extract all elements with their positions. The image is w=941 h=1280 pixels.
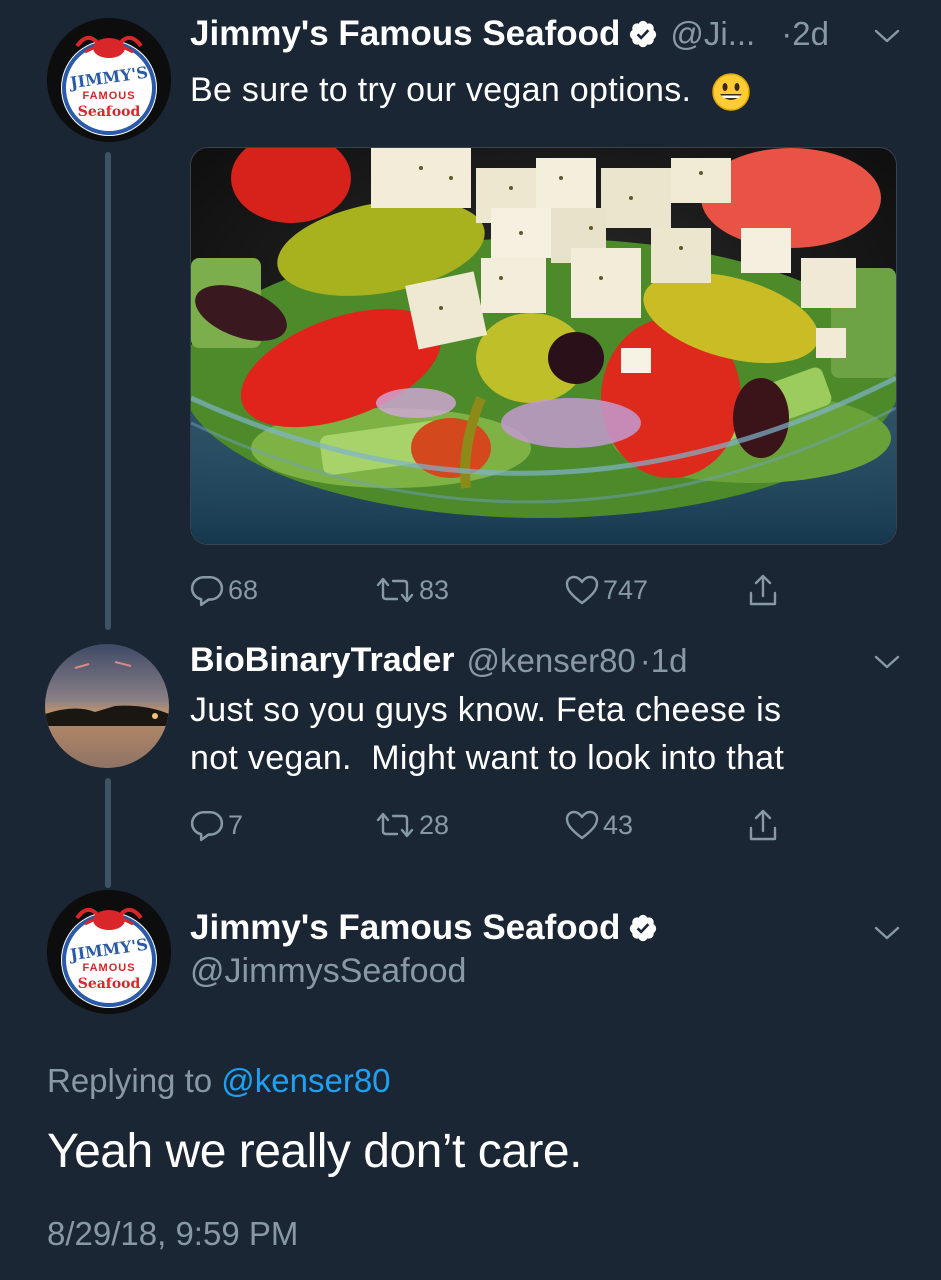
replying-mention-link[interactable]: @kenser80 — [221, 1062, 390, 1099]
retweet-icon — [375, 574, 415, 606]
reply-icon — [190, 808, 224, 842]
author-name[interactable]: Jimmy's Famous Seafood — [190, 908, 620, 948]
like-button[interactable]: 43 — [565, 805, 633, 845]
tweet-text-line: Just so you guys know. Feta cheese is — [190, 691, 782, 729]
author-handle[interactable]: @kenser80 — [467, 642, 636, 680]
tweet-text: Just so you guys know. Feta cheese is no… — [190, 686, 784, 782]
retweet-icon — [375, 809, 415, 841]
avatar-text-seafood: Seafood — [77, 104, 141, 120]
share-button[interactable] — [747, 805, 783, 845]
tweet3-handle-row: @JimmysSeafood — [190, 952, 466, 991]
like-icon — [565, 809, 599, 841]
tweet-text: Be sure to try our vegan options. — [190, 66, 751, 114]
jimmys-avatar[interactable]: JIMMY'S FAMOUS Seafood — [47, 18, 171, 142]
tweet-text-line: not vegan. Might want to look into that — [190, 739, 785, 777]
like-button[interactable]: 747 — [565, 570, 648, 610]
avatar-text-famous: FAMOUS — [82, 962, 136, 974]
author-handle[interactable]: @Ji... — [670, 15, 755, 53]
avatar-text-seafood: Seafood — [77, 976, 141, 992]
chevron-down-icon[interactable] — [874, 28, 900, 44]
retweet-button[interactable]: 83 — [375, 570, 449, 610]
tweet-media-image[interactable] — [190, 147, 897, 545]
like-count: 747 — [603, 574, 649, 605]
replying-prefix: Replying to — [47, 1062, 213, 1099]
reply-button[interactable]: 68 — [190, 570, 258, 610]
avatar-text-famous: FAMOUS — [82, 90, 136, 102]
share-icon — [747, 573, 779, 607]
tweet1-actions: 68 83 747 — [190, 570, 890, 610]
smiley-emoji-icon — [711, 72, 751, 112]
tweet-timestamp[interactable]: 8/29/18, 9:59 PM — [47, 1215, 298, 1253]
verified-badge-icon — [628, 913, 658, 943]
reply-button[interactable]: 7 — [190, 805, 243, 845]
tweet-time[interactable]: ·2d — [781, 15, 829, 53]
retweet-button[interactable]: 28 — [375, 805, 449, 845]
replying-to: Replying to @kenser80 — [47, 1062, 391, 1100]
chevron-down-icon[interactable] — [874, 925, 900, 941]
like-icon — [565, 574, 599, 606]
tweet1-header: Jimmy's Famous Seafood @Ji... ·2d — [190, 14, 829, 54]
reply-count: 68 — [228, 574, 259, 605]
retweet-count: 83 — [419, 574, 450, 605]
share-button[interactable] — [747, 570, 783, 610]
tweet-time[interactable]: ·1d — [640, 642, 688, 680]
thread-line — [105, 778, 111, 888]
tweet3-header: Jimmy's Famous Seafood — [190, 908, 658, 948]
reply-count: 7 — [228, 809, 244, 840]
share-icon — [747, 808, 779, 842]
tweet-text-body: Be sure to try our vegan options. — [190, 71, 692, 109]
verified-badge-icon — [628, 19, 658, 49]
focused-tweet-text: Yeah we really don’t care. — [47, 1125, 582, 1178]
tweet2-header: BioBinaryTrader @kenser80 ·1d — [190, 641, 688, 680]
chevron-down-icon[interactable] — [874, 654, 900, 670]
jimmys-avatar[interactable]: JIMMY'S FAMOUS Seafood — [47, 890, 171, 1014]
author-handle[interactable]: @JimmysSeafood — [190, 952, 466, 991]
biobinarytrader-avatar[interactable] — [45, 644, 169, 768]
reply-icon — [190, 573, 224, 607]
like-count: 43 — [603, 809, 634, 840]
tweet2-actions: 7 28 43 — [190, 805, 890, 845]
author-name[interactable]: BioBinaryTrader — [190, 641, 455, 680]
retweet-count: 28 — [419, 809, 450, 840]
thread-line — [105, 152, 111, 630]
author-name[interactable]: Jimmy's Famous Seafood — [190, 14, 620, 54]
